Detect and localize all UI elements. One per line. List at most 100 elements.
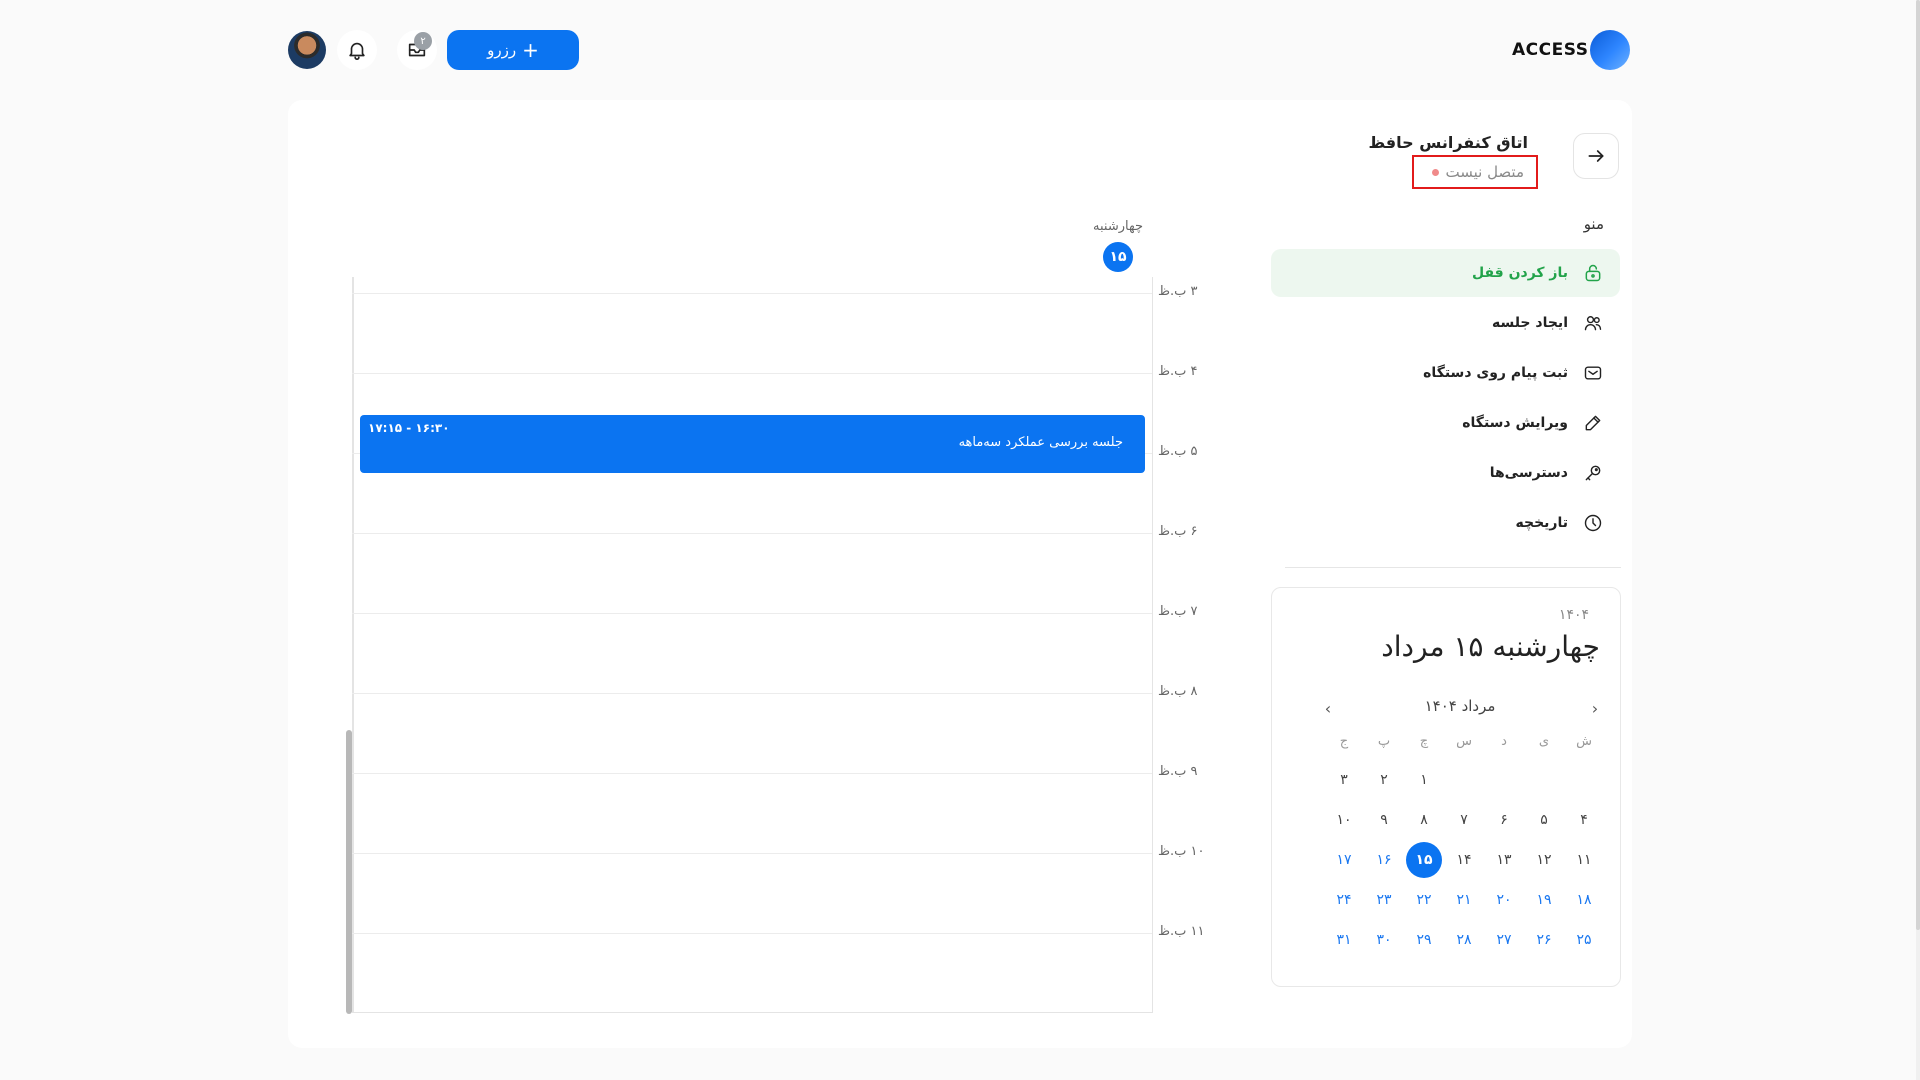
event-block[interactable]: ۱۷:۱۵ - ۱۶:۳۰ جلسه بررسی عملکرد سه‌ماهه [360, 415, 1145, 473]
calendar-day[interactable]: ۱۹ [1526, 882, 1562, 918]
calendar-year: ۱۴۰۴ [1558, 607, 1589, 623]
event-time: ۱۷:۱۵ - ۱۶:۳۰ [368, 421, 450, 435]
user-avatar[interactable] [288, 31, 326, 69]
calendar-day[interactable]: ۳۰ [1366, 922, 1402, 958]
hour-label: ۵ ب.ظ [1158, 444, 1198, 459]
calendar-day-today[interactable]: ۱۵ [1406, 842, 1442, 878]
hour-gridline [352, 693, 1152, 694]
hour-label: ۹ ب.ظ [1158, 764, 1198, 779]
calendar-day[interactable]: ۱۱ [1566, 842, 1602, 878]
hour-gridline [352, 293, 1152, 294]
calendar-day[interactable]: ۲۰ [1486, 882, 1522, 918]
calendar-weekday: ج [1339, 734, 1349, 749]
hour-label: ۷ ب.ظ [1158, 604, 1198, 619]
menu-item-create-meeting[interactable]: ایجاد جلسه [1271, 299, 1620, 347]
menu-title: منو [1583, 215, 1604, 233]
calendar-weekday: د [1501, 734, 1507, 749]
menu-item-label: تاریخچه [1515, 515, 1569, 531]
hour-label: ۶ ب.ظ [1158, 524, 1198, 539]
status-dot [1432, 168, 1440, 176]
calendar-weekday: ش [1576, 734, 1592, 749]
reserve-button[interactable]: + رزرو [447, 30, 579, 70]
menu-item-device-message[interactable]: ثبت پیام روی دستگاه [1271, 349, 1620, 397]
menu-item-edit-device[interactable]: ویرایش دستگاه [1271, 399, 1620, 447]
calendar-day[interactable]: ۲۹ [1406, 922, 1442, 958]
key-icon [1582, 462, 1604, 484]
schedule-bottom-border [352, 1012, 1153, 1013]
calendar-prev-month-button[interactable]: › [1585, 698, 1605, 718]
page-scrollbar-thumb[interactable] [1916, 0, 1920, 930]
clock-icon [1582, 512, 1604, 534]
calendar-weekday: س [1456, 734, 1472, 749]
calendar-day[interactable]: ۱ [1406, 762, 1442, 798]
hour-label: ۳ ب.ظ [1158, 284, 1198, 299]
schedule-day-name: چهارشنبه [1093, 219, 1143, 234]
menu-item-label: ایجاد جلسه [1491, 315, 1568, 331]
calendar-day[interactable]: ۷ [1446, 802, 1482, 838]
calendar-day[interactable]: ۲۶ [1526, 922, 1562, 958]
brand-name: ACCESS [1512, 40, 1589, 60]
lock-open-icon [1582, 262, 1604, 284]
calendar-day[interactable]: ۲۸ [1446, 922, 1482, 958]
calendar-day[interactable]: ۵ [1526, 802, 1562, 838]
calendar-next-month-button[interactable]: ‹ [1318, 698, 1338, 718]
hour-gridline [352, 373, 1152, 374]
chevron-left-icon: ‹ [1324, 698, 1332, 718]
hour-gridline [352, 613, 1152, 614]
calendar-day[interactable]: ۱۲ [1526, 842, 1562, 878]
menu-item-history[interactable]: تاریخچه [1271, 499, 1620, 547]
hour-label: ۱۱ ب.ظ [1158, 924, 1205, 939]
room-title: اتاق کنفرانس حافظ [1368, 133, 1528, 152]
hour-gridline [352, 933, 1152, 934]
plus-icon: + [522, 38, 539, 62]
reserve-button-label: رزرو [487, 41, 517, 59]
calendar-day[interactable]: ۲۳ [1366, 882, 1402, 918]
envelope-icon [1582, 362, 1604, 384]
calendar-day[interactable]: ۹ [1366, 802, 1402, 838]
event-title: جلسه بررسی عملکرد سه‌ماهه [958, 435, 1123, 450]
calendar-day[interactable]: ۲ [1366, 762, 1402, 798]
calendar-day[interactable]: ۱۶ [1366, 842, 1402, 878]
chevron-right-icon: › [1591, 698, 1599, 718]
calendar-day[interactable]: ۲۴ [1326, 882, 1362, 918]
hour-gridline [352, 853, 1152, 854]
hour-label: ۴ ب.ظ [1158, 364, 1198, 379]
calendar-day[interactable]: ۲۱ [1446, 882, 1482, 918]
hour-gridline [352, 533, 1152, 534]
calendar-day[interactable]: ۸ [1406, 802, 1442, 838]
hour-gridline [352, 773, 1152, 774]
menu-item-label: ثبت پیام روی دستگاه [1423, 365, 1568, 381]
calendar-day[interactable]: ۲۲ [1406, 882, 1442, 918]
bell-icon [349, 42, 365, 60]
calendar-day[interactable]: ۱۷ [1326, 842, 1362, 878]
brand-logo [1590, 30, 1630, 70]
schedule-right-border [1152, 277, 1153, 1013]
back-button[interactable] [1573, 133, 1619, 179]
calendar-day[interactable]: ۲۵ [1566, 922, 1602, 958]
calendar-month-label: مرداد ۱۴۰۴ [1424, 697, 1496, 715]
status-text: متصل نیست [1445, 163, 1524, 181]
menu-item-label: دسترسی‌ها [1489, 465, 1568, 481]
calendar-day[interactable]: ۴ [1566, 802, 1602, 838]
calendar-day[interactable]: ۱۰ [1326, 802, 1362, 838]
arrow-right-icon [1588, 150, 1604, 162]
hour-label: ۱۰ ب.ظ [1158, 844, 1205, 859]
pencil-icon [1582, 412, 1604, 434]
menu-item-access[interactable]: دسترسی‌ها [1271, 449, 1620, 497]
notifications-button[interactable] [337, 30, 377, 70]
calendar-day[interactable]: ۳ [1326, 762, 1362, 798]
calendar-day[interactable]: ۳۱ [1326, 922, 1362, 958]
calendar-day[interactable]: ۲۷ [1486, 922, 1522, 958]
menu-item-label: ویرایش دستگاه [1462, 415, 1568, 431]
calendar-selected-date: چهارشنبه ۱۵ مرداد [1381, 630, 1600, 663]
menu-item-unlock[interactable]: باز کردن قفل [1271, 249, 1620, 297]
calendar-day[interactable]: ۱۸ [1566, 882, 1602, 918]
calendar-day[interactable]: ۶ [1486, 802, 1522, 838]
calendar-day[interactable]: ۱۳ [1486, 842, 1522, 878]
menu-item-label: باز کردن قفل [1471, 265, 1568, 281]
hour-label: ۸ ب.ظ [1158, 684, 1198, 699]
calendar-weekday: چ [1419, 734, 1429, 749]
calendar-day[interactable]: ۱۴ [1446, 842, 1482, 878]
users-icon [1582, 312, 1604, 334]
schedule-day-number[interactable]: ۱۵ [1103, 242, 1133, 272]
